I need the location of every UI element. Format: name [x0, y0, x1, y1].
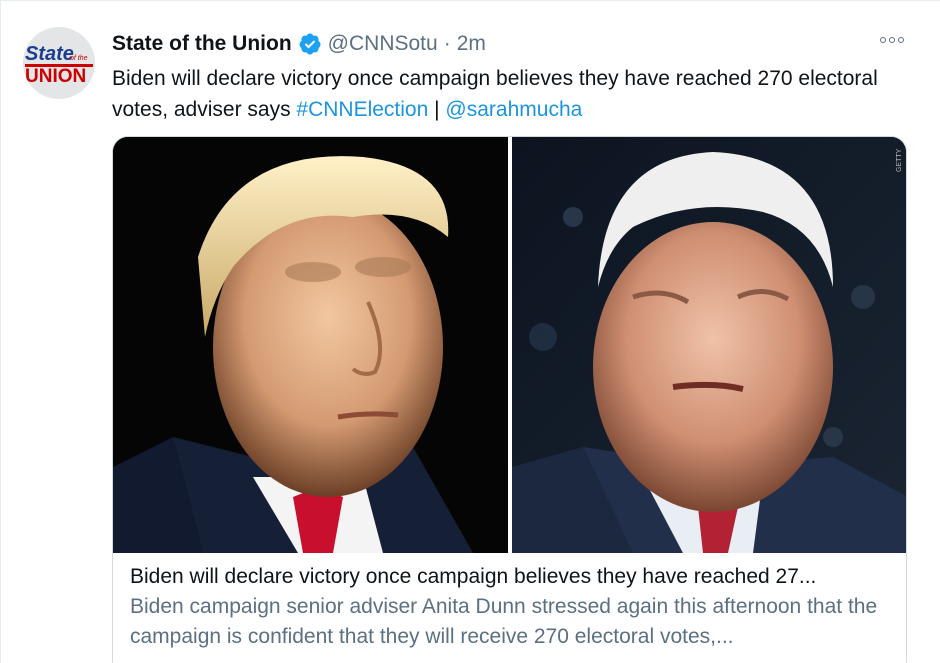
mention-link[interactable]: @sarahmucha [445, 98, 582, 121]
state-of-the-union-logo: State of the UNION [23, 27, 95, 99]
display-name[interactable]: State of the Union [112, 32, 292, 56]
link-card[interactable]: GETTY Biden will declare victory once ca… [112, 136, 907, 663]
logo-state-text: State [25, 43, 74, 65]
card-title[interactable]: Biden will declare victory once campaign… [130, 562, 890, 592]
card-description: Biden campaign senior adviser Anita Dunn… [130, 595, 878, 648]
hashtag-link[interactable]: #CNNElection [296, 98, 428, 121]
tweet-header: State of the Union @CNNSotu · 2m [112, 30, 486, 58]
card-text: Biden will declare victory once campaign… [130, 562, 890, 652]
separator-dot: · [443, 32, 451, 55]
handle[interactable]: @CNNSotu [328, 32, 438, 56]
more-options-icon[interactable] [880, 37, 904, 43]
logo-of-the-text: of the [70, 55, 88, 62]
image-watermark: GETTY [896, 148, 903, 172]
avatar[interactable]: State of the UNION [23, 27, 95, 99]
text-divider: | [428, 98, 446, 121]
verified-badge-icon [299, 33, 321, 55]
card-image[interactable]: GETTY [113, 137, 906, 553]
tweet[interactable]: State of the UNION State of the Union @C… [0, 0, 940, 663]
logo-union-text: UNION [25, 66, 86, 87]
tweet-text: Biden will declare victory once campaign… [112, 63, 902, 125]
card-photo: GETTY [113, 137, 906, 553]
timestamp[interactable]: 2m [457, 32, 486, 56]
